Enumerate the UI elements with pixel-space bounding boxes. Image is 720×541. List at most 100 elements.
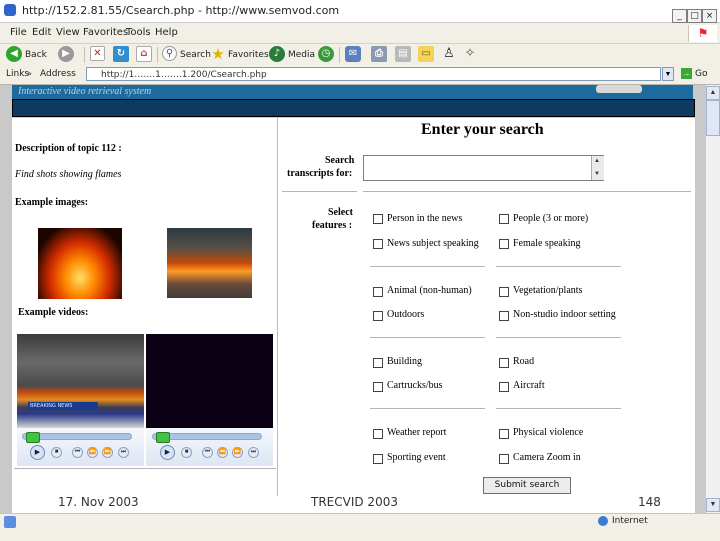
player-1-seek-thumb[interactable] [26, 432, 40, 443]
player-1-previous-icon[interactable]: ⏮ [72, 447, 83, 458]
checkbox-animal[interactable] [373, 287, 383, 297]
search-label[interactable]: Search [180, 50, 211, 60]
checkbox-car-truck-bus[interactable] [373, 382, 383, 392]
example-image-flames[interactable] [38, 228, 122, 299]
scroll-up-icon[interactable]: ▲ [592, 157, 602, 165]
media-icon[interactable]: ♪ [269, 46, 285, 62]
checkbox-outdoors[interactable] [373, 311, 383, 321]
messenger-icon[interactable]: ♙ [441, 46, 457, 62]
internet-zone-icon [598, 516, 608, 526]
media-label[interactable]: Media [288, 50, 315, 60]
checkbox-sporting-event[interactable] [373, 454, 383, 464]
transcript-search-textarea[interactable] [363, 155, 604, 181]
security-zone-label: Internet [612, 516, 648, 526]
close-button[interactable]: × [702, 9, 717, 23]
checkbox-camera-zoom-in[interactable] [499, 454, 509, 464]
banner-text: Interactive video retrieval system [18, 86, 152, 97]
back-label[interactable]: Back [25, 50, 47, 60]
feature-label: Camera Zoom in [513, 452, 581, 463]
ie-icon [4, 4, 16, 16]
banner-logo [596, 85, 642, 93]
player-2-play-icon[interactable]: ▶ [160, 445, 175, 460]
print-icon[interactable]: ⎙ [371, 46, 387, 62]
group-divider [370, 408, 485, 409]
feature-label: Vegetation/plants [513, 285, 583, 296]
refresh-icon[interactable]: ↻ [113, 46, 129, 62]
feature-label: Physical violence [513, 427, 584, 438]
stop-icon[interactable]: ✕ [90, 46, 105, 61]
address-input[interactable]: http://1…….1…….1.200/Csearch.php [86, 67, 661, 81]
group-divider [370, 337, 485, 338]
submit-search-button[interactable]: Submit search [483, 477, 571, 494]
mail-icon[interactable]: ✉ [345, 46, 361, 62]
player-2-seek-thumb[interactable] [156, 432, 170, 443]
checkbox-aircraft[interactable] [499, 382, 509, 392]
history-icon[interactable]: ◷ [318, 46, 334, 62]
scroll-thumb[interactable] [706, 100, 720, 136]
forward-arrow-icon[interactable]: ▶ [58, 46, 74, 62]
player-2-previous-icon[interactable]: ⏮ [202, 447, 213, 458]
search-icon[interactable]: ⚲ [162, 46, 177, 61]
player-1-forward-icon[interactable]: ⏩ [102, 447, 113, 458]
toolbar-separator [339, 47, 340, 63]
scroll-down-icon[interactable]: ▼ [592, 170, 602, 178]
research-icon[interactable]: ✧ [462, 46, 478, 62]
player-1-stop-icon[interactable]: ■ [51, 447, 62, 458]
header-bar [12, 99, 695, 117]
checkbox-news-subject-speaking[interactable] [373, 239, 383, 249]
maximize-button[interactable]: □ [687, 9, 702, 23]
example-video-2[interactable] [146, 334, 273, 428]
scroll-down-icon[interactable]: ▼ [706, 498, 720, 512]
checkbox-road[interactable] [499, 358, 509, 368]
go-arrow-icon[interactable]: → [681, 68, 692, 79]
features-label-line2: features : [312, 220, 353, 231]
menu-tools[interactable]: Tools [126, 27, 151, 38]
slide-date: 17. Nov 2003 [58, 495, 139, 509]
menu-view[interactable]: View [56, 27, 80, 38]
example-image-burning-house[interactable] [167, 228, 252, 298]
checkbox-female-speaking[interactable] [499, 239, 509, 249]
feature-label: Road [513, 356, 535, 367]
search-divider-left [282, 191, 357, 192]
chevron-down-icon[interactable]: ▼ [662, 67, 674, 81]
player-2-stop-icon[interactable]: ■ [181, 447, 192, 458]
player-1-play-icon[interactable]: ▶ [30, 445, 45, 460]
slide-center-text: TRECVID 2003 [311, 495, 398, 509]
player-1-next-icon[interactable]: ⏭ [118, 447, 129, 458]
checkbox-vegetation[interactable] [499, 287, 509, 297]
column-divider [277, 118, 278, 496]
example-video-1[interactable] [17, 334, 144, 428]
toolbar-separator [157, 47, 158, 63]
checkbox-people-3-or-more[interactable] [499, 214, 509, 224]
minimize-button[interactable]: _ [672, 9, 687, 23]
player-1-rewind-icon[interactable]: ⏪ [87, 447, 98, 458]
player-2-forward-icon[interactable]: ⏩ [232, 447, 243, 458]
go-button[interactable]: Go [695, 69, 707, 79]
feature-label: Outdoors [387, 309, 425, 320]
page-scrollbar[interactable] [705, 85, 720, 513]
checkbox-person-in-the-news[interactable] [373, 214, 383, 224]
back-arrow-icon[interactable]: ◀ [6, 46, 22, 62]
scroll-up-icon[interactable]: ▲ [706, 86, 720, 100]
feature-label: Person in the news [387, 213, 463, 224]
favorites-star-icon[interactable]: ★ [210, 46, 226, 62]
player-2-rewind-icon[interactable]: ⏪ [217, 447, 228, 458]
menu-favorites[interactable]: Favorites [83, 27, 128, 38]
topic-text: Find shots showing flames [15, 169, 122, 180]
menu-edit[interactable]: Edit [32, 27, 51, 38]
checkbox-building[interactable] [373, 358, 383, 368]
edit-icon[interactable]: ▤ [395, 46, 411, 62]
discuss-icon[interactable]: ▭ [418, 46, 434, 62]
links-label[interactable]: Links [6, 69, 29, 79]
menu-help[interactable]: Help [155, 27, 178, 38]
favorites-label[interactable]: Favorites [228, 50, 269, 60]
checkbox-weather-report[interactable] [373, 429, 383, 439]
home-icon[interactable]: ⌂ [136, 46, 152, 62]
player-2-next-icon[interactable]: ⏭ [248, 447, 259, 458]
checkbox-physical-violence[interactable] [499, 429, 509, 439]
group-divider [496, 266, 621, 267]
chevron-right-icon[interactable]: » [27, 69, 32, 78]
menu-file[interactable]: File [10, 27, 27, 38]
feature-label: Non-studio indoor setting [513, 309, 616, 320]
checkbox-non-studio-indoor[interactable] [499, 311, 509, 321]
